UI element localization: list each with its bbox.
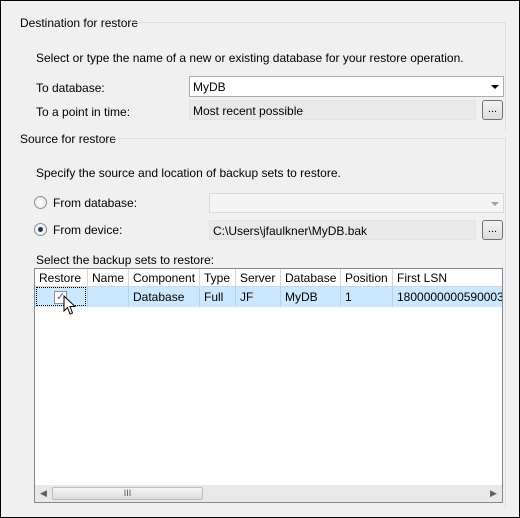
from-database-label[interactable]: From database:	[53, 196, 137, 210]
column-header-restore[interactable]: Restore	[35, 269, 88, 287]
first-lsn-cell[interactable]: 18000000005900037	[393, 287, 502, 307]
point-in-time-value: Most recent possible	[193, 104, 304, 118]
column-header-type[interactable]: Type	[200, 269, 236, 287]
column-header-database[interactable]: Database	[281, 269, 341, 287]
database-cell[interactable]: MyDB	[281, 287, 341, 307]
server-cell[interactable]: JF	[236, 287, 281, 307]
source-group-edge	[505, 138, 506, 508]
point-in-time-label: To a point in time:	[36, 105, 131, 119]
from-database-radio[interactable]	[34, 196, 47, 209]
component-cell[interactable]: Database	[129, 287, 200, 307]
from-device-label[interactable]: From device:	[53, 223, 122, 237]
to-database-value: MyDB	[193, 80, 226, 94]
source-group-title: Source for restore	[20, 132, 117, 146]
name-cell[interactable]	[88, 287, 129, 307]
source-instruction: Specify the source and location of backu…	[36, 166, 341, 180]
restore-dialog-panel: Destination for restore Select or type t…	[0, 0, 520, 518]
to-database-combo[interactable]: MyDB	[189, 76, 504, 97]
from-database-combo[interactable]	[209, 193, 504, 213]
point-in-time-field: Most recent possible	[189, 100, 476, 120]
mouse-cursor-icon	[63, 295, 77, 315]
from-device-browse-button[interactable]: ...	[482, 220, 503, 240]
destination-instruction: Select or type the name of a new or exis…	[36, 51, 464, 65]
column-header-position[interactable]: Position	[341, 269, 393, 287]
point-in-time-browse-button[interactable]: ...	[482, 100, 503, 120]
dropdown-arrow-icon[interactable]	[491, 85, 499, 89]
column-header-name[interactable]: Name	[88, 269, 129, 287]
from-device-path-value: C:\Users\jfaulkner\MyDB.bak	[213, 224, 368, 238]
horizontal-scrollbar[interactable]: ◀ III ▶	[35, 485, 502, 502]
backup-sets-label: Select the backup sets to restore:	[36, 253, 215, 267]
column-header-first-lsn[interactable]: First LSN	[393, 269, 502, 287]
position-cell[interactable]: 1	[341, 287, 393, 307]
type-cell[interactable]: Full	[200, 287, 236, 307]
column-header-component[interactable]: Component	[129, 269, 200, 287]
destination-group-title: Destination for restore	[20, 16, 139, 30]
destination-group-divider	[132, 22, 505, 23]
scroll-left-arrow-icon[interactable]: ◀	[35, 485, 52, 502]
scrollbar-thumb[interactable]: III	[52, 487, 203, 500]
destination-group-edge	[505, 22, 506, 130]
column-header-server[interactable]: Server	[236, 269, 281, 287]
dropdown-arrow-icon[interactable]	[491, 202, 499, 206]
radio-selected-dot-icon	[38, 227, 43, 232]
to-database-label: To database:	[36, 81, 105, 95]
cell-focus-rectangle	[36, 287, 86, 306]
backup-sets-grid[interactable]: Restore Name Component Type Server Datab…	[34, 268, 503, 503]
scroll-right-arrow-icon[interactable]: ▶	[485, 485, 502, 502]
from-device-path-field: C:\Users\jfaulkner\MyDB.bak	[209, 220, 476, 240]
from-device-radio[interactable]	[34, 223, 47, 236]
source-group-divider	[111, 138, 505, 139]
